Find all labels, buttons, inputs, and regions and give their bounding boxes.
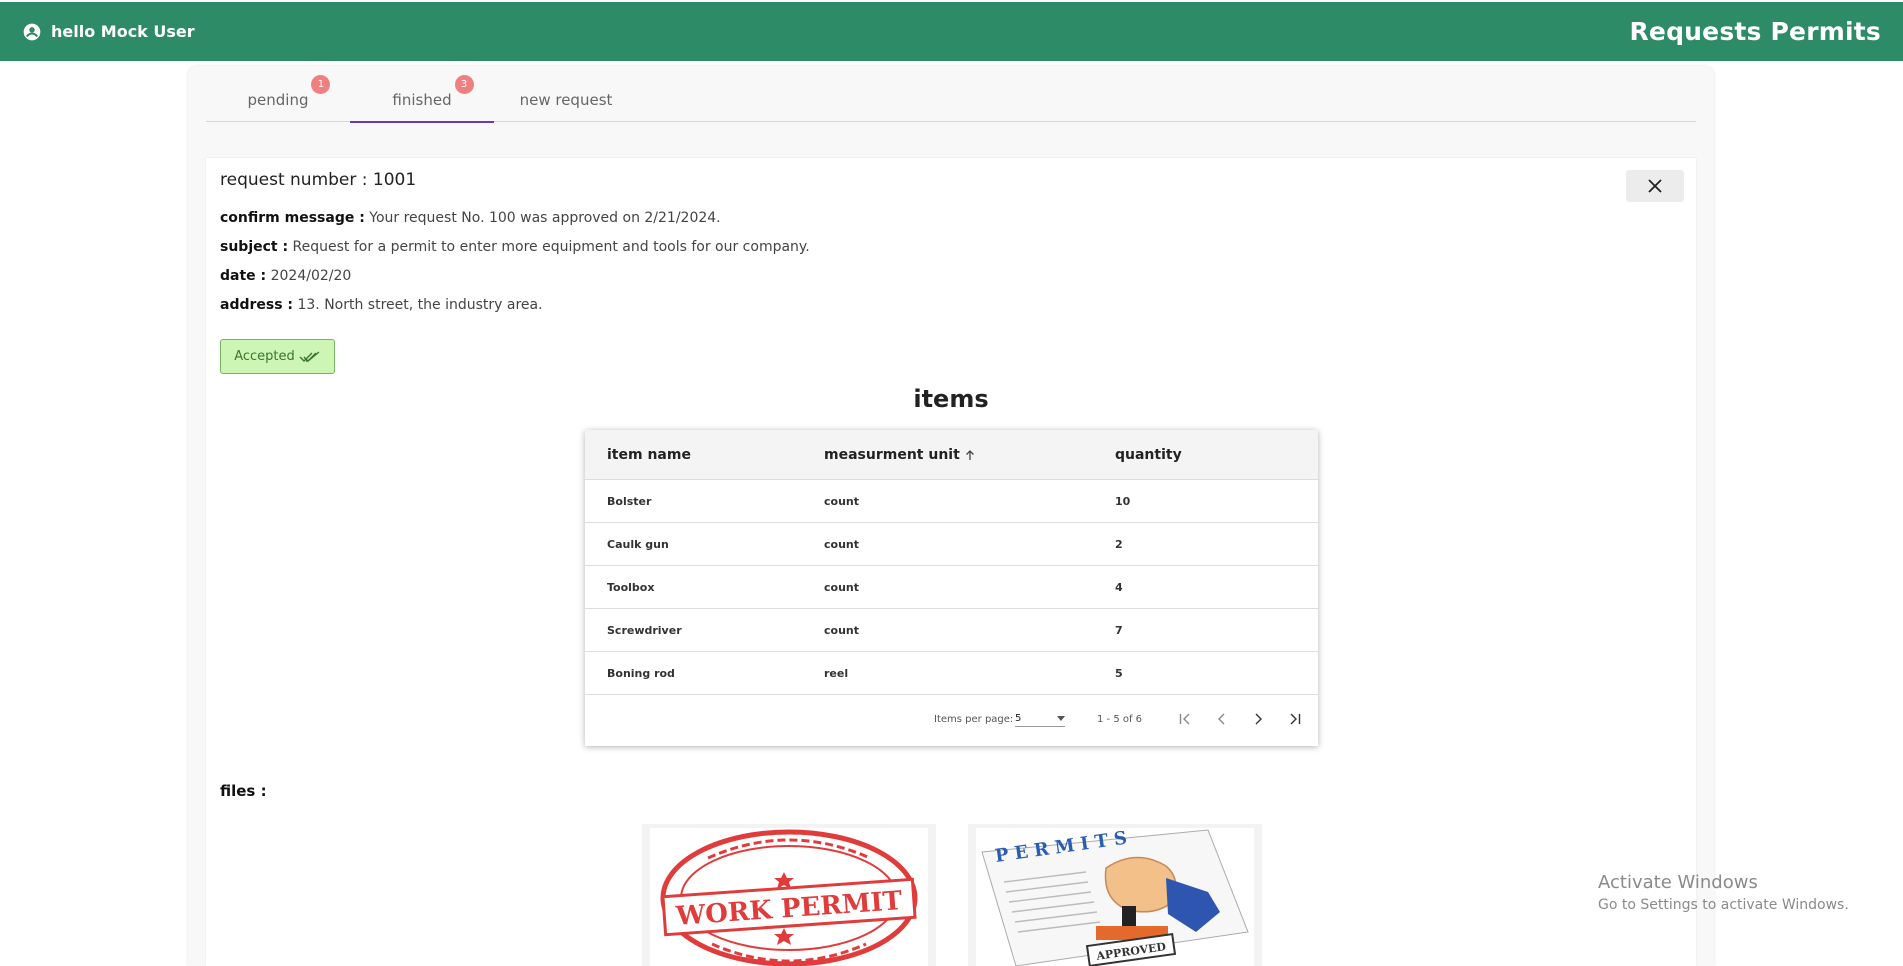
permits-approved-icon: PERMITS APPROVED — [981, 828, 1249, 966]
address-key: address : — [220, 297, 294, 313]
tab-badge: 3 — [454, 75, 474, 94]
date-value: 2024/02/20 — [270, 268, 352, 284]
close-button[interactable] — [1626, 170, 1684, 202]
account-circle-icon — [23, 23, 41, 40]
dropdown-arrow-icon — [1057, 716, 1065, 721]
cell-unit: count — [824, 581, 859, 594]
close-icon — [1648, 179, 1662, 193]
status-label: Accepted — [234, 349, 295, 364]
chevron-left-icon — [1218, 713, 1225, 725]
previous-page-button[interactable] — [1210, 707, 1234, 731]
files-label: files : — [220, 782, 267, 800]
subject-value: Request for a permit to enter more equip… — [292, 239, 810, 255]
confirm-message: confirm message : Your request No. 100 w… — [220, 210, 721, 226]
page-size-value: 5 — [1015, 713, 1022, 724]
next-page-button[interactable] — [1246, 707, 1270, 731]
cell-quantity: 7 — [1115, 624, 1123, 637]
cell-unit: reel — [824, 667, 849, 680]
date-key: date : — [220, 268, 267, 284]
table-row: Boning rod reel 5 — [585, 652, 1318, 695]
greeting-text: hello Mock User — [51, 22, 195, 41]
cell-quantity: 5 — [1115, 667, 1123, 680]
first-page-button[interactable] — [1174, 707, 1198, 731]
items-per-page-label: Items per page: — [934, 714, 1014, 725]
cell-unit: count — [824, 624, 859, 637]
header-item-name[interactable]: item name — [607, 430, 691, 480]
tab-finished[interactable]: finished 3 — [350, 75, 494, 123]
done-all-icon — [299, 350, 320, 362]
table-row: Screwdriver count 7 — [585, 609, 1318, 652]
cell-item-name: Toolbox — [607, 581, 655, 594]
watermark-line2: Go to Settings to activate Windows. — [1598, 897, 1849, 913]
tab-label: new request — [519, 91, 613, 109]
cell-item-name: Bolster — [607, 495, 652, 508]
tab-label: pending — [247, 91, 309, 109]
page-size-select[interactable]: 5 — [1015, 711, 1065, 727]
tab-new-request[interactable]: new request — [494, 78, 638, 122]
date: date : 2024/02/20 — [220, 268, 351, 284]
header-label: measurment unit — [824, 447, 960, 463]
chevron-right-icon — [1255, 713, 1262, 725]
table-row: Caulk gun count 2 — [585, 523, 1318, 566]
page-range: 1 - 5 of 6 — [1097, 714, 1143, 725]
header-measurement-unit[interactable]: measurment unit — [824, 430, 976, 480]
windows-activation-watermark: Activate Windows Go to Settings to activ… — [1598, 872, 1849, 913]
permits-approved-image: PERMITS APPROVED — [976, 828, 1254, 966]
cell-unit: count — [824, 495, 859, 508]
tab-pending[interactable]: pending 1 — [206, 75, 350, 122]
cell-item-name: Caulk gun — [607, 538, 669, 551]
request-number: request number : 1001 — [220, 170, 417, 190]
cell-item-name: Boning rod — [607, 667, 675, 680]
cell-quantity: 10 — [1115, 495, 1131, 508]
file-thumbnail-work-permit[interactable]: WORK PERMIT — [642, 824, 936, 966]
tab-badge: 1 — [311, 75, 331, 94]
cell-item-name: Screwdriver — [607, 624, 682, 637]
items-title: items — [913, 385, 989, 413]
confirm-key: confirm message : — [220, 210, 365, 226]
user-greeting[interactable]: hello Mock User — [22, 22, 195, 42]
app-title: Requests Permits — [1629, 17, 1881, 46]
work-permit-stamp-icon: WORK PERMIT — [660, 829, 918, 966]
paginator: Items per page: 5 1 - 5 of 6 — [585, 695, 1318, 746]
items-table: item name measurment unit quantity Bolst… — [585, 430, 1318, 746]
table-row: Toolbox count 4 — [585, 566, 1318, 609]
cell-unit: count — [824, 538, 859, 551]
main-panel: pending 1 finished 3 new request request n… — [188, 66, 1714, 966]
cell-quantity: 4 — [1115, 581, 1123, 594]
table-header: item name measurment unit quantity — [585, 430, 1318, 480]
tab-bar: pending 1 finished 3 new request — [206, 75, 1696, 123]
header-quantity[interactable]: quantity — [1115, 430, 1182, 480]
watermark-line1: Activate Windows — [1598, 872, 1758, 893]
arrow-upward-icon — [965, 450, 974, 460]
file-thumbnail-permits-approved[interactable]: PERMITS APPROVED — [968, 824, 1262, 966]
status-badge[interactable]: Accepted — [220, 339, 335, 374]
last-page-button[interactable] — [1282, 707, 1306, 731]
first-page-icon — [1179, 713, 1190, 725]
cell-quantity: 2 — [1115, 538, 1123, 551]
table-row: Bolster count 10 — [585, 480, 1318, 523]
last-page-icon — [1290, 713, 1301, 725]
tab-label: finished — [392, 91, 452, 109]
request-details-card: request number : 1001 confirm message : … — [206, 158, 1696, 966]
work-permit-image: WORK PERMIT — [650, 828, 928, 966]
subject: subject : Request for a permit to enter … — [220, 239, 810, 255]
address-value: 13. North street, the industry area. — [297, 297, 543, 313]
address: address : 13. North street, the industry… — [220, 297, 543, 313]
confirm-value: Your request No. 100 was approved on 2/2… — [369, 210, 721, 226]
subject-key: subject : — [220, 239, 289, 255]
top-app-bar: hello Mock User Requests Permits — [0, 2, 1903, 61]
